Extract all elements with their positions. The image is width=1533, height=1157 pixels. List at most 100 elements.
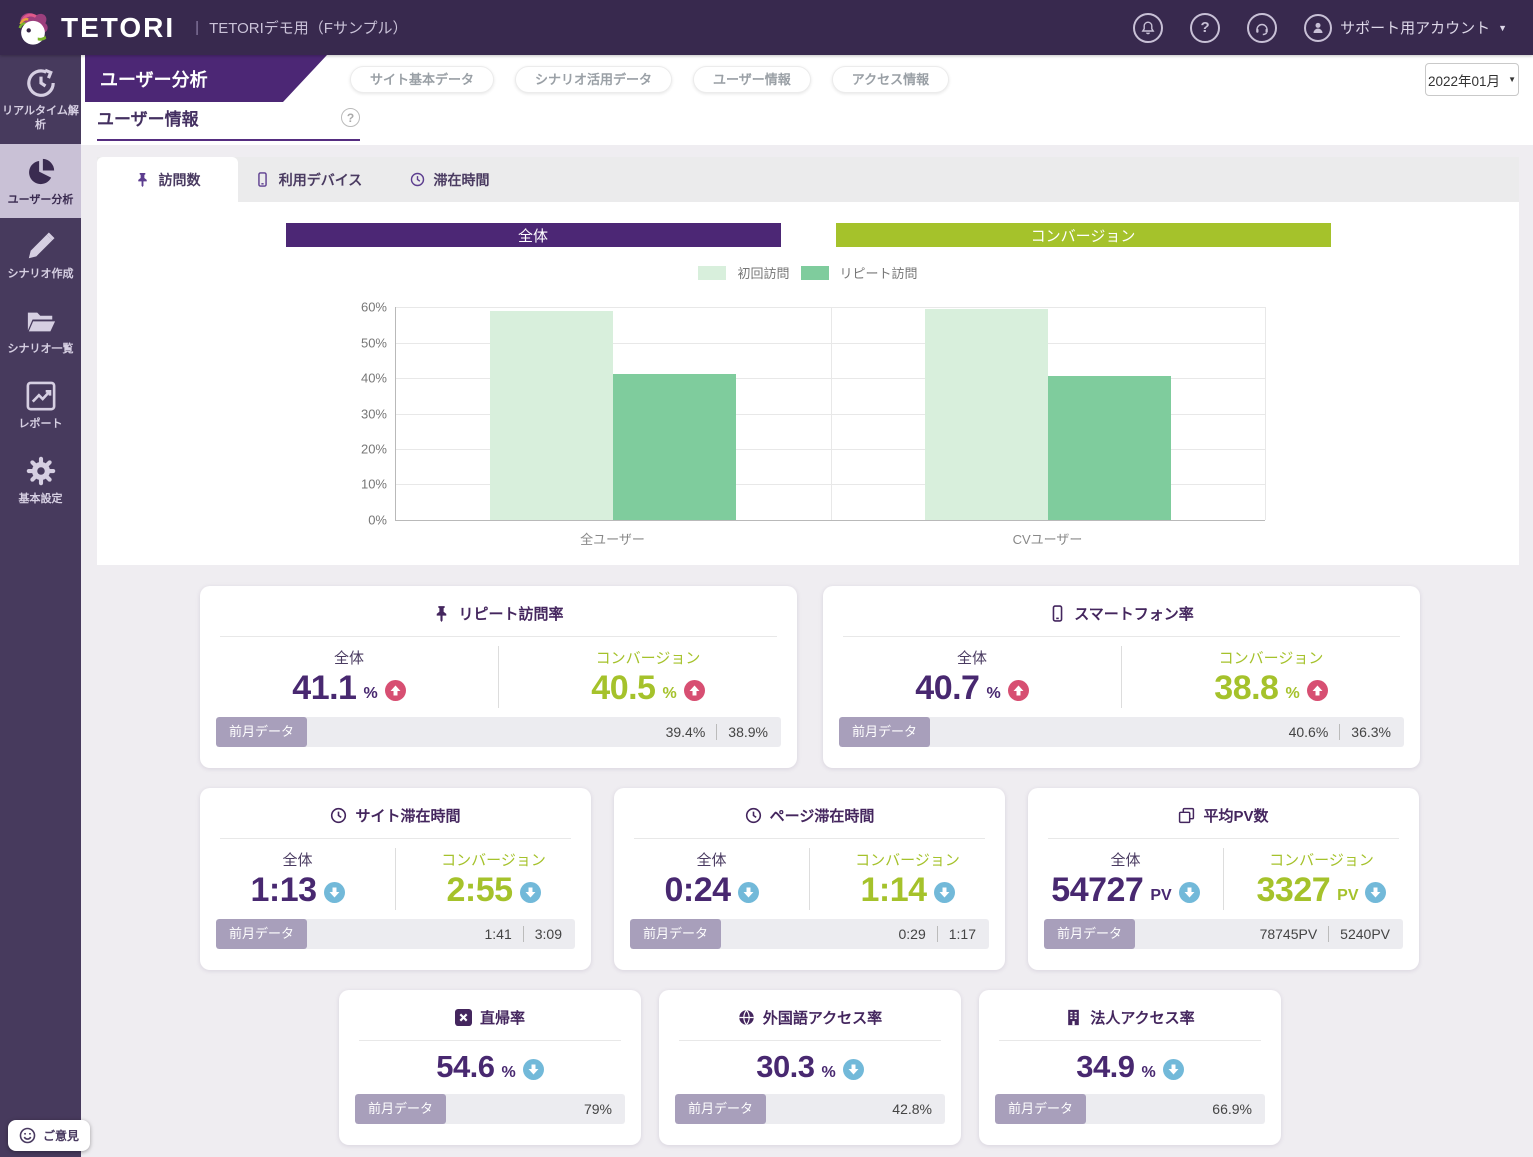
clock-icon (410, 172, 425, 187)
tab-duration[interactable]: 滞在時間 (379, 157, 520, 202)
sidebar-item-label: 基本設定 (19, 493, 63, 507)
overall-value: 1:13 (250, 871, 316, 910)
prev-value: 79% (584, 1101, 612, 1117)
page-topbar: ユーザー分析 サイト基本データ シナリオ活用データ ユーザー情報 アクセス情報 … (81, 55, 1533, 145)
support-button[interactable] (1247, 13, 1277, 43)
caret-down-icon: ▼ (1498, 23, 1507, 33)
clock-icon (745, 807, 762, 824)
folder-icon (26, 306, 56, 336)
sidebar-item-report[interactable]: レポート (0, 368, 81, 443)
pencil-icon (26, 231, 56, 261)
app-header: TETORI | TETORIデモ用（Fサンプル） ? (0, 0, 1533, 55)
card-foreign-access-rate: 外国語アクセス率 30.3 % 前月データ 42.8% (659, 990, 961, 1145)
notifications-button[interactable] (1133, 13, 1163, 43)
prev-month-badge: 前月データ (216, 717, 307, 747)
conversion-value: 1:14 (860, 871, 926, 910)
overall-unit: % (986, 685, 1000, 703)
card-average-pv: 平均PV数 全体 54727 PV コンバージョン (1028, 788, 1419, 970)
sidebar-item-scenario-create[interactable]: シナリオ作成 (0, 218, 81, 293)
x-axis-labels: 全ユーザー CVユーザー (395, 529, 1265, 548)
prev-value: 42.8% (892, 1101, 932, 1117)
legend-swatch-first-visit (698, 266, 726, 280)
conversion-unit: % (1285, 685, 1299, 703)
metric-unit: % (1142, 1064, 1156, 1082)
prev-value: 66.9% (1212, 1101, 1252, 1117)
tetori-logo[interactable]: TETORI (0, 9, 175, 47)
sidebar-item-user-analysis[interactable]: ユーザー分析 (0, 144, 81, 219)
brand-name: TETORI (61, 12, 175, 44)
gridline-vertical (1265, 307, 1266, 520)
pill-scenario-data[interactable]: シナリオ活用データ (515, 66, 672, 93)
account-menu[interactable]: サポート用アカウント ▼ (1304, 14, 1507, 42)
period-selector[interactable]: 2022年01月 ▼ (1425, 63, 1519, 96)
tab-visits[interactable]: 訪問数 (97, 157, 238, 202)
sidebar-item-label: シナリオ一覧 (8, 343, 74, 357)
overall-label: 全体 (614, 849, 809, 870)
prev-conversion-value: 5240PV (1340, 926, 1390, 942)
workspace-name: TETORIデモ用（Fサンプル） (209, 17, 407, 38)
sidebar-nav: リアルタイム解析 ユーザー分析 シナリオ作成 シナリオ一覧 レポート (0, 55, 81, 1157)
prev-month-badge: 前月データ (1044, 919, 1135, 949)
y-axis-tick: 20% (361, 442, 387, 457)
sidebar-item-label: ユーザー分析 (8, 194, 74, 208)
tab-label: 滞在時間 (434, 170, 490, 190)
trend-down-icon (520, 882, 541, 903)
headset-icon (1254, 20, 1270, 36)
bar-first-visit-cv[interactable] (925, 309, 1048, 520)
sidebar-item-settings[interactable]: 基本設定 (0, 443, 81, 518)
chart-legend: 初回訪問 リピート訪問 (97, 263, 1519, 282)
legend-swatch-repeat-visit (801, 266, 829, 280)
prev-overall-value: 78745PV (1260, 926, 1318, 942)
visits-chart-panel: 全体 コンバージョン 初回訪問 リピート訪問 60% 50% 40% 30% 2… (97, 202, 1519, 565)
metric-unit: % (502, 1064, 516, 1082)
trend-up-icon (385, 680, 406, 701)
tab-devices[interactable]: 利用デバイス (238, 157, 379, 202)
conversion-value: 40.5 (591, 669, 655, 708)
bar-first-visit-all[interactable] (490, 311, 613, 520)
bar-repeat-visit-all[interactable] (613, 374, 736, 520)
pill-access-info[interactable]: アクセス情報 (832, 66, 949, 93)
conversion-unit: PV (1337, 887, 1358, 905)
conversion-value: 38.8 (1214, 669, 1278, 708)
card-title: リピート訪問率 (458, 603, 563, 624)
pill-user-info[interactable]: ユーザー情報 (693, 66, 811, 93)
feedback-label: ご意見 (43, 1127, 79, 1144)
prev-month-badge: 前月データ (995, 1094, 1086, 1124)
prev-overall-value: 1:41 (485, 926, 512, 942)
metric-value: 30.3 (756, 1049, 814, 1085)
globe-icon (738, 1009, 755, 1026)
account-avatar (1304, 14, 1332, 42)
conversion-label: コンバージョン (1224, 849, 1419, 870)
y-axis-tick: 60% (361, 300, 387, 315)
sidebar-item-realtime[interactable]: リアルタイム解析 (0, 55, 81, 144)
question-icon: ? (347, 111, 354, 125)
overall-label: 全体 (200, 849, 395, 870)
pill-site-basic-data[interactable]: サイト基本データ (350, 66, 494, 93)
page-subtitle: ユーザー情報 (97, 105, 199, 130)
metric-cards: リピート訪問率 全体 41.1 % コンバージョン (200, 586, 1420, 1145)
main-content: ユーザー分析 サイト基本データ シナリオ活用データ ユーザー情報 アクセス情報 … (81, 55, 1533, 1157)
trend-down-icon (1365, 882, 1386, 903)
subtitle-help-button[interactable]: ? (341, 108, 360, 127)
help-icon: ? (1200, 19, 1209, 36)
card-title: 平均PV数 (1203, 805, 1268, 826)
feedback-button[interactable]: ご意見 (8, 1120, 90, 1151)
prev-month-badge: 前月データ (675, 1094, 766, 1124)
overall-unit: % (363, 685, 377, 703)
clock-icon (330, 807, 347, 824)
subtitle-row: ユーザー情報 ? (97, 105, 360, 141)
help-button[interactable]: ? (1190, 13, 1220, 43)
card-row-3: 直帰率 54.6 % 前月データ 79% (200, 990, 1420, 1145)
overall-value: 54727 (1051, 871, 1143, 910)
trend-down-icon (324, 882, 345, 903)
card-repeat-visit-rate: リピート訪問率 全体 41.1 % コンバージョン (200, 586, 797, 768)
history-icon (26, 68, 56, 98)
bar-group-all-users (396, 307, 831, 520)
smartphone-icon (1049, 605, 1066, 622)
bar-repeat-visit-cv[interactable] (1048, 376, 1171, 520)
conversion-label: コンバージョン (396, 849, 591, 870)
card-corporate-access-rate: 法人アクセス率 34.9 % 前月データ 66.9% (979, 990, 1281, 1145)
sidebar-item-scenario-list[interactable]: シナリオ一覧 (0, 293, 81, 368)
card-row-2: サイト滞在時間 全体 1:13 コンバージョン (200, 788, 1420, 970)
trend-down-icon (934, 882, 955, 903)
